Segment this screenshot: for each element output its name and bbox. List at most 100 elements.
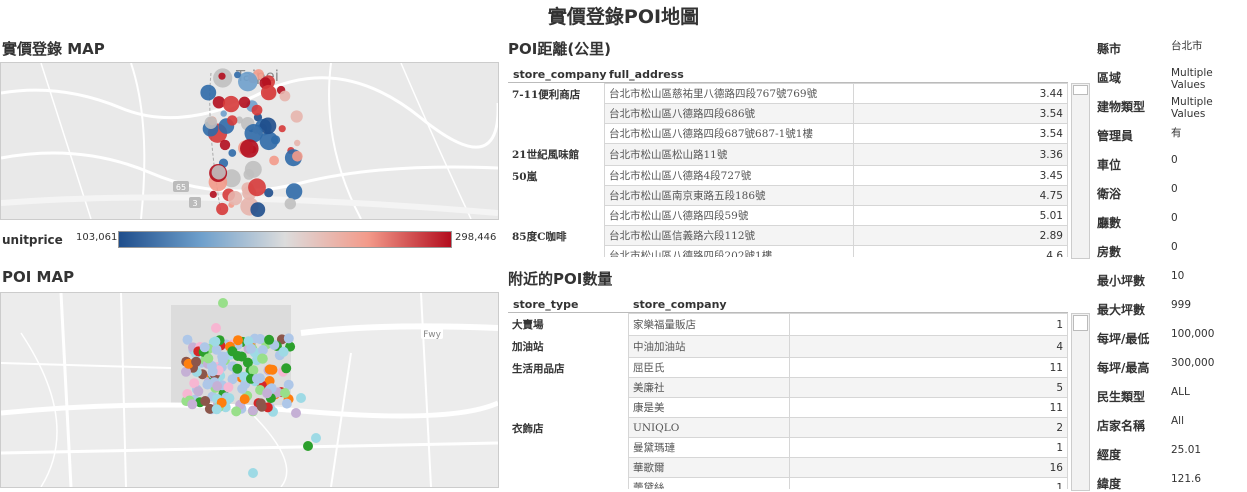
price-point[interactable] bbox=[279, 90, 291, 102]
price-point[interactable] bbox=[216, 202, 229, 216]
filter-value[interactable]: All bbox=[1171, 415, 1184, 427]
table-row[interactable]: 衣飾店 UNIQLO 2 bbox=[508, 417, 1068, 438]
dist-table-scrollbar[interactable] bbox=[1071, 83, 1090, 259]
table-row[interactable]: 加油站 中油加油站 4 bbox=[508, 335, 1068, 358]
filter-value[interactable]: 有 bbox=[1171, 125, 1182, 140]
poi-point[interactable] bbox=[199, 342, 210, 353]
table-row[interactable]: 7-11便利商店 台北市松山區慈祐里八德路四段767號769號 3.44 bbox=[508, 83, 1068, 104]
poi-point[interactable] bbox=[232, 363, 243, 374]
poi-point[interactable] bbox=[217, 355, 228, 365]
price-point[interactable] bbox=[227, 115, 238, 126]
poi-point[interactable] bbox=[212, 381, 223, 392]
price-point[interactable] bbox=[269, 155, 279, 166]
poi-point[interactable] bbox=[187, 399, 198, 410]
poi-point[interactable] bbox=[291, 408, 301, 418]
poi-point[interactable] bbox=[267, 364, 278, 375]
filter-value[interactable]: Multiple Values bbox=[1171, 96, 1247, 120]
poi-point[interactable] bbox=[283, 333, 294, 344]
price-point[interactable] bbox=[220, 110, 227, 117]
poi-point[interactable] bbox=[223, 382, 234, 393]
poi-point[interactable] bbox=[247, 405, 258, 416]
poi-point[interactable] bbox=[211, 404, 222, 415]
price-point[interactable] bbox=[284, 198, 296, 210]
price-map[interactable]: Taipei 65 3 bbox=[0, 62, 499, 220]
filter-value[interactable]: 999 bbox=[1171, 299, 1191, 311]
poi-point[interactable] bbox=[296, 393, 306, 403]
filter-value[interactable]: 0 bbox=[1171, 241, 1178, 253]
poi-point[interactable] bbox=[248, 365, 259, 376]
price-point[interactable] bbox=[218, 72, 226, 80]
filter-value[interactable]: 0 bbox=[1171, 212, 1178, 224]
table-row[interactable]: 21世紀風味館 台北市松山區松山路11號 3.36 bbox=[508, 143, 1068, 166]
filter-value[interactable]: Multiple Values bbox=[1171, 67, 1247, 91]
table-row[interactable]: 50嵐 台北市松山區八德路4段727號 3.45 bbox=[508, 165, 1068, 186]
table-row[interactable]: 大賣場 家樂福量販店 1 bbox=[508, 313, 1068, 336]
price-point[interactable] bbox=[271, 135, 281, 145]
poi-point[interactable] bbox=[257, 345, 268, 355]
price-point[interactable] bbox=[219, 139, 231, 151]
table-row[interactable]: 生活用品店 屈臣氏 11 bbox=[508, 357, 1068, 378]
poi-point[interactable] bbox=[239, 394, 250, 405]
filter-value[interactable]: ALL bbox=[1171, 386, 1190, 398]
poi-point[interactable] bbox=[231, 406, 242, 417]
poi-point[interactable] bbox=[200, 396, 211, 406]
filter-value[interactable]: 台北市 bbox=[1171, 38, 1203, 53]
price-point[interactable] bbox=[248, 178, 266, 197]
poi-point[interactable] bbox=[218, 298, 228, 308]
price-point[interactable] bbox=[211, 165, 226, 180]
poi-point[interactable] bbox=[227, 346, 238, 357]
filter-value[interactable]: 300,000 bbox=[1171, 357, 1214, 369]
price-point[interactable] bbox=[294, 139, 301, 147]
filter-value[interactable]: 25.01 bbox=[1171, 444, 1201, 456]
count-scrollbar-thumb[interactable] bbox=[1073, 315, 1088, 331]
price-point[interactable] bbox=[244, 160, 262, 178]
price-point[interactable] bbox=[228, 149, 237, 157]
price-point[interactable] bbox=[209, 190, 217, 198]
price-point[interactable] bbox=[250, 202, 266, 218]
dist-table[interactable]: 7-11便利商店 台北市松山區慈祐里八德路四段767號769號 3.44 台北市松山區… bbox=[508, 83, 1070, 257]
price-point[interactable] bbox=[204, 116, 218, 129]
poi-point[interactable] bbox=[211, 323, 221, 333]
price-point[interactable] bbox=[251, 104, 263, 116]
poi-point[interactable] bbox=[257, 353, 268, 364]
poi-map[interactable]: Fwy bbox=[0, 292, 499, 488]
count-table-scrollbar[interactable] bbox=[1071, 313, 1090, 491]
poi-point[interactable] bbox=[210, 336, 221, 347]
poi-map-canvas[interactable]: Fwy bbox=[1, 293, 498, 487]
poi-point[interactable] bbox=[278, 346, 289, 357]
filter-value[interactable]: 0 bbox=[1171, 154, 1178, 166]
count-table[interactable]: 大賣場 家樂福量販店 1 加油站 中油加油站 4 生活用品店 屈臣氏 11 美廉社 5 康是美 11 衣飾… bbox=[508, 313, 1070, 489]
filter-value[interactable]: 0 bbox=[1171, 183, 1178, 195]
price-point[interactable] bbox=[290, 110, 303, 123]
price-map-canvas[interactable]: Taipei 65 3 bbox=[1, 63, 498, 219]
poi-point[interactable] bbox=[311, 433, 321, 443]
price-point[interactable] bbox=[278, 125, 286, 133]
poi-point[interactable] bbox=[281, 398, 292, 409]
poi-point[interactable] bbox=[203, 353, 214, 364]
table-row[interactable]: 85度C咖啡 台北市松山區信義路六段112號 2.89 bbox=[508, 225, 1068, 246]
poi-point[interactable] bbox=[233, 335, 243, 346]
price-point[interactable] bbox=[200, 84, 217, 101]
price-point[interactable] bbox=[238, 96, 251, 108]
poi-point[interactable] bbox=[248, 468, 258, 478]
dist-scrollbar-thumb[interactable] bbox=[1073, 85, 1088, 95]
poi-point[interactable] bbox=[191, 356, 202, 367]
poi-point[interactable] bbox=[193, 386, 204, 397]
poi-point[interactable] bbox=[252, 373, 262, 384]
poi-point[interactable] bbox=[246, 343, 256, 354]
price-point[interactable] bbox=[292, 151, 303, 162]
price-point[interactable] bbox=[222, 95, 240, 113]
filter-value[interactable]: 100,000 bbox=[1171, 328, 1214, 340]
price-point[interactable] bbox=[238, 71, 258, 92]
poi-point[interactable] bbox=[303, 441, 313, 451]
poi-point[interactable] bbox=[262, 388, 273, 399]
price-point[interactable] bbox=[234, 71, 241, 79]
price-point[interactable] bbox=[260, 84, 277, 101]
price-point[interactable] bbox=[240, 139, 259, 158]
poi-point[interactable] bbox=[280, 388, 290, 398]
price-point[interactable] bbox=[227, 190, 243, 206]
price-point[interactable] bbox=[285, 183, 303, 200]
poi-point[interactable] bbox=[237, 383, 248, 394]
poi-point[interactable] bbox=[281, 363, 292, 374]
filter-value[interactable]: 121.6 bbox=[1171, 473, 1201, 485]
